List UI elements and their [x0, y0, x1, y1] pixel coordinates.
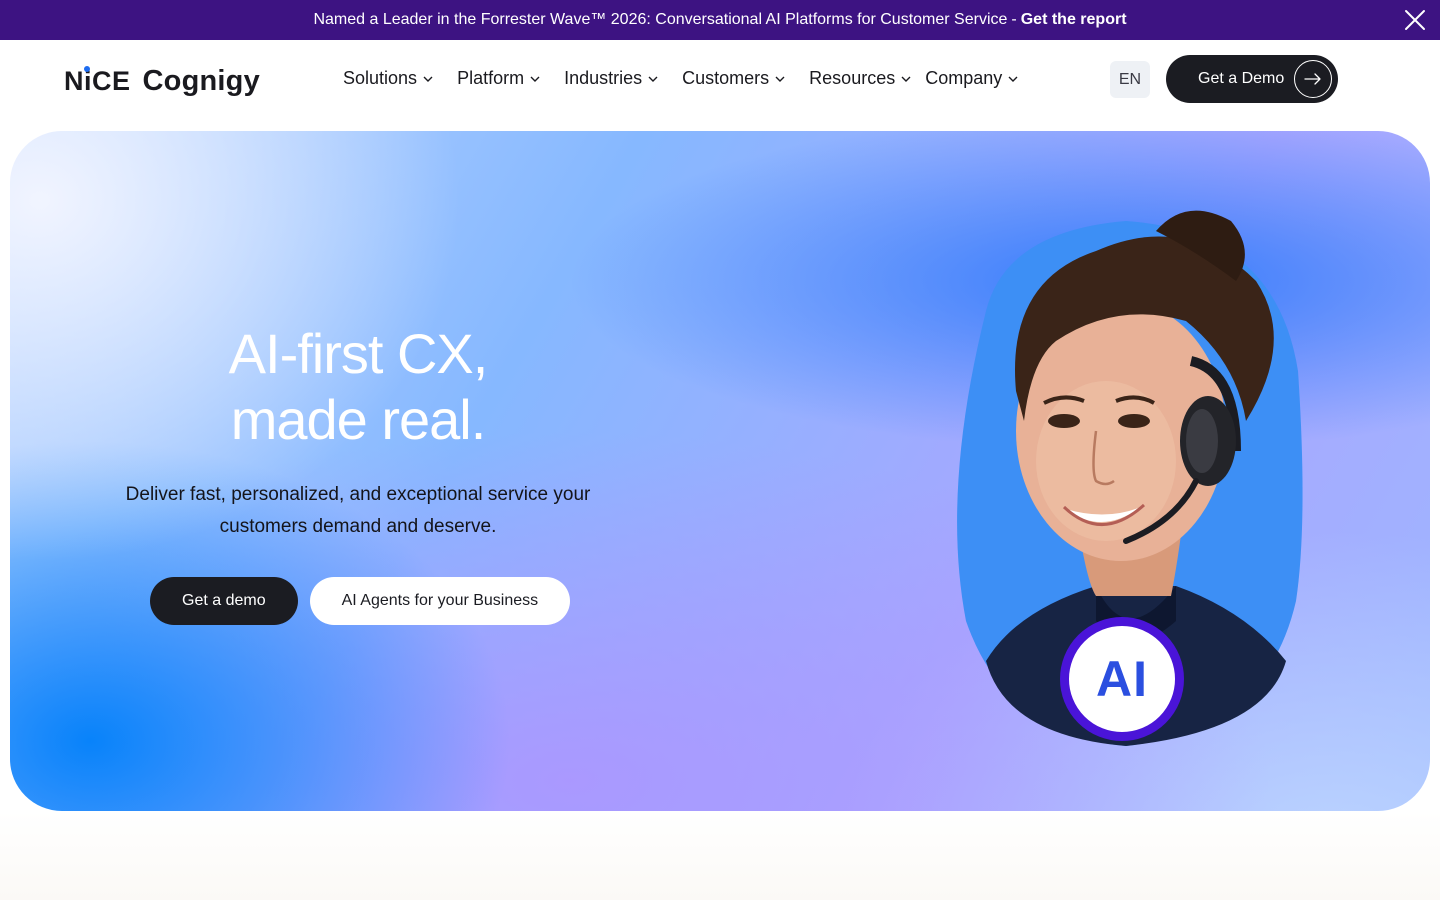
nav-label: Platform	[457, 68, 525, 88]
site-header: NiCE Cognigy Solutions Platform Industri…	[0, 40, 1440, 120]
logo-dot	[84, 65, 90, 72]
next-section	[0, 811, 1440, 900]
banner-separator: -	[1011, 11, 1017, 28]
nav-label: Resources	[809, 68, 896, 88]
get-a-demo-header-button[interactable]: Get a Demo	[1166, 55, 1338, 103]
hero-subtitle: Deliver fast, personalized, and exceptio…	[125, 484, 591, 537]
nav-resources[interactable]: Resources	[809, 68, 911, 89]
chevron-down-icon	[1008, 76, 1018, 82]
logo-cognigy: Cognigy	[142, 64, 260, 97]
hero-text: AI-first CX, made real. Deliver fast, pe…	[118, 321, 598, 543]
hero-actions: Get a demo AI Agents for your Business	[150, 577, 571, 625]
hero-title-line-2: made real.	[230, 388, 487, 451]
nav-label: Industries	[564, 68, 643, 88]
chevron-down-icon	[423, 76, 433, 82]
chevron-down-icon	[775, 76, 785, 82]
hero-section: AI-first CX, made real. Deliver fast, pe…	[10, 131, 1430, 811]
hero-title: AI-first CX, made real.	[118, 321, 598, 453]
chevron-down-icon	[648, 76, 658, 82]
main-nav: Solutions Platform Industries Customers …	[343, 68, 1018, 89]
ai-agents-button[interactable]: AI Agents for your Business	[309, 577, 571, 625]
nice-cognigy-logo[interactable]: NiCE Cognigy	[64, 61, 260, 101]
banner-text: Named a Leader in the Forrester Wave™ 20…	[313, 11, 1008, 28]
logo-nice: NiCE	[64, 65, 131, 96]
ai-badge: AI	[1060, 617, 1184, 741]
nav-label: Customers	[682, 68, 770, 88]
nav-platform[interactable]: Platform	[457, 68, 540, 89]
get-a-demo-button[interactable]: Get a demo	[150, 577, 298, 625]
nav-label: Company	[925, 68, 1003, 88]
nav-solutions[interactable]: Solutions	[343, 68, 433, 89]
nav-label: Solutions	[343, 68, 418, 88]
get-report-link[interactable]: Get the report	[1021, 11, 1127, 29]
hero-title-line-1: AI-first CX,	[228, 322, 489, 385]
language-selector[interactable]: EN	[1110, 61, 1150, 98]
announcement-banner: Named a Leader in the Forrester Wave™ 20…	[0, 0, 1440, 40]
demo-button-label: Get a Demo	[1198, 70, 1285, 87]
ai-badge-text: AI	[1096, 651, 1148, 707]
chevron-down-icon	[901, 76, 911, 82]
nav-customers[interactable]: Customers	[682, 68, 785, 89]
arrow-right-icon	[1294, 60, 1332, 98]
nav-industries[interactable]: Industries	[564, 68, 658, 89]
nav-company[interactable]: Company	[925, 68, 1018, 89]
close-icon[interactable]	[1403, 8, 1427, 32]
chevron-down-icon	[530, 76, 540, 82]
